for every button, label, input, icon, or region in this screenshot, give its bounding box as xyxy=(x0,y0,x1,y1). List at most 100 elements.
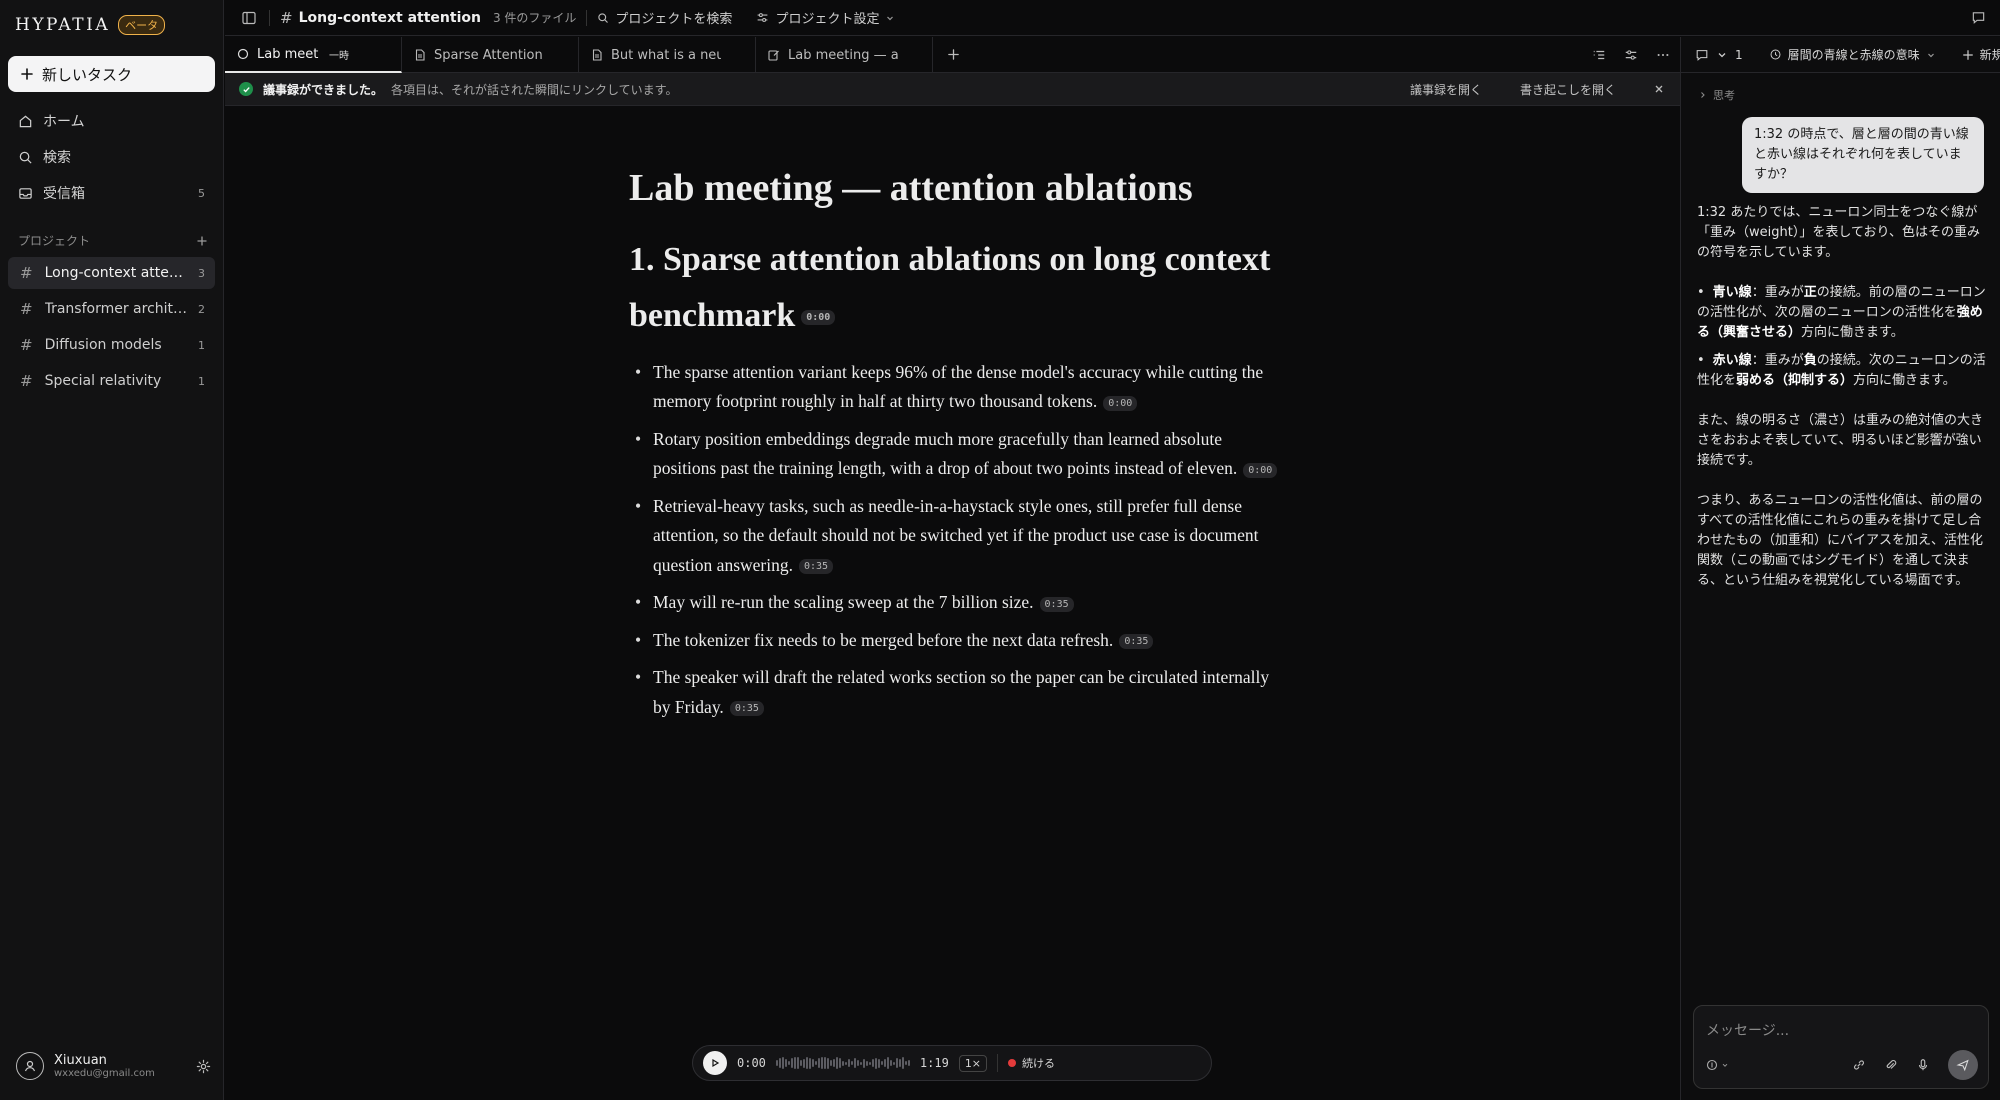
timestamp-chip[interactable]: 0:35 xyxy=(1119,634,1154,650)
search-icon xyxy=(597,12,609,24)
waveform-bar xyxy=(862,1058,865,1068)
add-tab-button[interactable] xyxy=(933,37,973,72)
waveform-bar xyxy=(814,1061,817,1065)
continue-recording-button[interactable]: 続ける xyxy=(1008,1055,1055,1071)
message-input[interactable]: メッセージ... xyxy=(1706,1020,1789,1040)
project-item-diffusion[interactable]: # Diffusion models 1 xyxy=(8,329,215,361)
play-button[interactable] xyxy=(703,1051,727,1075)
project-settings-label: プロジェクト設定 xyxy=(775,12,880,27)
tab-bar: Lab meeting — attention ablations 一時 Spa… xyxy=(225,37,1680,73)
project-item-transformer[interactable]: # Transformer architectures 2 xyxy=(8,293,215,325)
timestamp-chip[interactable]: 0:35 xyxy=(798,559,834,575)
attach-icon[interactable] xyxy=(1884,1058,1898,1072)
record-dot-icon xyxy=(1008,1059,1017,1067)
waveform-bar xyxy=(877,1058,880,1068)
divider xyxy=(586,9,588,26)
project-settings-button[interactable]: プロジェクト設定 xyxy=(756,8,895,27)
assistant-message: 1:32 あたりでは、ニューロン同士をつなぐ線が「重み（weight）」を表して… xyxy=(1697,203,1987,611)
waveform-bar xyxy=(868,1061,871,1065)
item-text: Retrieval-heavy tasks, such as needle-in… xyxy=(653,495,1259,575)
new-chat-button[interactable]: 新規 xyxy=(1962,46,2000,63)
tab-sparse-attention[interactable]: Sparse Attention Benchmarks xyxy=(402,37,579,73)
nav-search[interactable]: 検索 xyxy=(8,141,215,173)
outline-icon[interactable] xyxy=(1592,48,1606,62)
timestamp-chip[interactable]: 0:00 xyxy=(1103,395,1138,411)
chevron-down-icon xyxy=(1926,50,1936,60)
audio-player: 0:00 1:19 1× 続ける xyxy=(692,1045,1212,1081)
nav-inbox[interactable]: 受信箱 5 xyxy=(8,177,215,209)
item-text: Rotary position embeddings degrade much … xyxy=(653,428,1238,479)
nav-home[interactable]: ホーム xyxy=(8,105,215,137)
open-transcript-button[interactable]: 書き起こしを開く xyxy=(1520,81,1616,98)
project-item-long-context[interactable]: # Long-context attention 3 xyxy=(8,257,215,289)
list-item: The tokenizer fix needs to be merged bef… xyxy=(629,626,1289,656)
send-button[interactable] xyxy=(1948,1050,1978,1080)
waveform-bar xyxy=(784,1059,787,1067)
waveform-bar xyxy=(853,1058,856,1068)
sliders-icon xyxy=(756,11,769,24)
user-profile[interactable]: Xiuxuan wxxedu@gmail.com xyxy=(16,1052,211,1080)
model-icon xyxy=(1706,1059,1718,1071)
search-icon xyxy=(18,150,33,165)
waveform-bar xyxy=(781,1057,784,1069)
answer-text: ：重みが xyxy=(1751,285,1804,300)
minutes-ready-banner: 議事録ができました。 各項目は、それが話された瞬間にリンクしています。 議事録を… xyxy=(225,73,1680,106)
gear-icon[interactable] xyxy=(196,1059,211,1074)
chevron-down-icon[interactable] xyxy=(1717,50,1727,60)
comment-icon[interactable] xyxy=(1695,48,1709,62)
playback-speed-button[interactable]: 1× xyxy=(958,1054,988,1072)
add-project-icon[interactable] xyxy=(196,235,208,247)
waveform-bar xyxy=(802,1058,805,1068)
waveform-bar xyxy=(844,1061,847,1065)
timestamp-chip[interactable]: 0:35 xyxy=(1039,596,1074,612)
beta-badge: ベータ xyxy=(118,15,166,35)
list-item: The speaker will draft the related works… xyxy=(629,663,1289,722)
answer-paragraph: また、線の明るさ（濃さ）は重みの絶対値の大きさをおおよそ表していて、明るいほど影… xyxy=(1697,413,1984,468)
list-item: • 青い線：重みが正の接続。前の層のニューロンの活性化が、次の層のニューロンの活性… xyxy=(1697,283,1987,343)
hash-icon: # xyxy=(20,336,33,354)
circle-icon xyxy=(237,48,249,60)
item-text: The tokenizer fix needs to be merged bef… xyxy=(653,629,1114,650)
item-text: The sparse attention variant keeps 96% o… xyxy=(653,361,1264,412)
list-item: The sparse attention variant keeps 96% o… xyxy=(629,358,1289,417)
play-icon xyxy=(710,1058,720,1068)
waveform-scrubber[interactable] xyxy=(775,1053,910,1073)
open-minutes-button[interactable]: 議事録を開く xyxy=(1410,81,1482,98)
model-selector[interactable] xyxy=(1706,1059,1729,1071)
close-icon[interactable] xyxy=(1654,84,1664,94)
waveform-bar xyxy=(841,1060,844,1066)
chat-toggle-icon[interactable] xyxy=(1971,10,1986,25)
project-breadcrumb[interactable]: # Long-context attention 3 件のファイル xyxy=(280,9,576,27)
projects-header: プロジェクト xyxy=(18,232,208,249)
conversation-title: 層間の青線と赤線の意味 xyxy=(1787,48,1920,62)
timestamp-chip[interactable]: 0:00 xyxy=(1243,462,1278,478)
sliders-icon[interactable] xyxy=(1624,48,1638,62)
link-icon[interactable] xyxy=(1852,1058,1866,1072)
user-email: wxxedu@gmail.com xyxy=(54,1068,155,1079)
more-options-icon[interactable] xyxy=(1656,48,1670,62)
waveform-bar xyxy=(898,1059,901,1067)
item-text: May will re-run the scaling sweep at the… xyxy=(653,592,1034,613)
waveform-bar xyxy=(790,1058,793,1068)
inbox-count: 5 xyxy=(198,186,205,200)
timestamp-chip[interactable]: 0:00 xyxy=(801,310,836,326)
project-item-relativity[interactable]: # Special relativity 1 xyxy=(8,365,215,397)
waveform-bar xyxy=(829,1060,832,1066)
history-icon xyxy=(1769,48,1782,61)
timestamp-chip[interactable]: 0:35 xyxy=(729,701,764,717)
toggle-sidebar-icon[interactable] xyxy=(241,10,257,26)
tab-lab-meeting-temp[interactable]: Lab meeting — attention ablations 一時 xyxy=(225,37,402,73)
app-logo[interactable]: HYPATIA ベータ xyxy=(15,15,166,35)
tab-lab-meeting-edit[interactable]: Lab meeting — attention ablations xyxy=(756,37,933,73)
message-composer[interactable]: メッセージ... xyxy=(1693,1005,1989,1089)
microphone-icon[interactable] xyxy=(1916,1058,1930,1072)
new-task-button[interactable]: 新しいタスク xyxy=(8,56,215,92)
waveform-bar xyxy=(892,1061,895,1065)
project-search-button[interactable]: プロジェクトを検索 xyxy=(597,8,732,27)
tab-neural-network[interactable]: But what is a neural network xyxy=(579,37,756,73)
answer-emphasis: 弱める（抑制する） xyxy=(1736,373,1854,388)
send-icon xyxy=(1956,1058,1970,1072)
edit-icon xyxy=(768,49,780,61)
thinking-toggle[interactable]: 思考 xyxy=(1699,87,1735,103)
conversation-selector[interactable]: 層間の青線と赤線の意味 xyxy=(1769,46,1936,63)
